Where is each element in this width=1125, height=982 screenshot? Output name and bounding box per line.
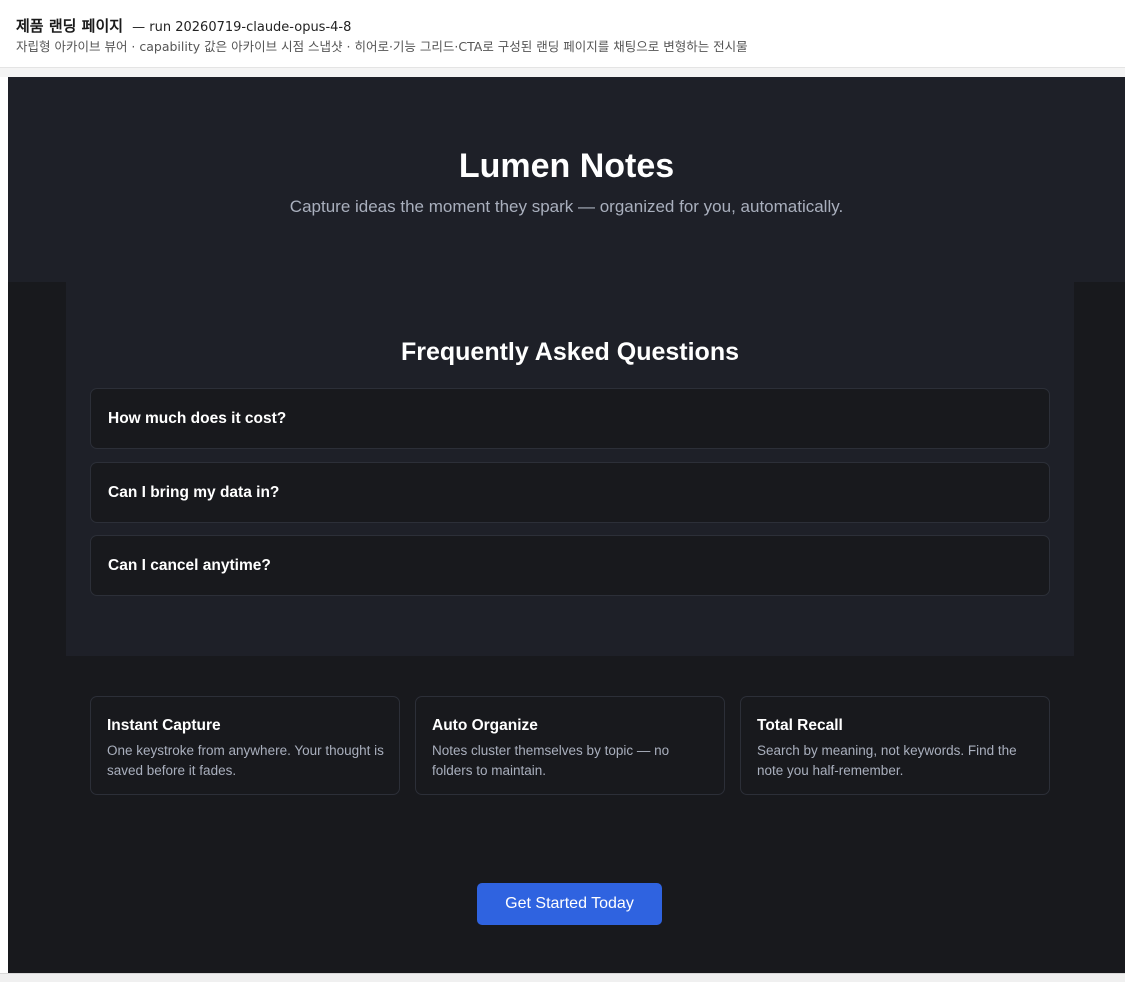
faq-item[interactable]: Can I bring my data in? [90,462,1050,523]
feature-card: Instant Capture One keystroke from anywh… [90,696,400,795]
faq-item[interactable]: How much does it cost? [90,388,1050,449]
hero-tagline: Capture ideas the moment they spark — or… [289,197,844,216]
landing-page-preview: Lumen Notes Capture ideas the moment the… [8,77,1125,973]
frame-bottom-edge [0,973,1125,982]
get-started-button[interactable]: Get Started Today [477,883,662,925]
faq-title: Frequently Asked Questions [400,338,740,366]
page-title: 제품 랜딩 페이지 [16,17,124,35]
feature-description: Notes cluster themselves by topic — no f… [432,743,670,778]
feature-card: Total Recall Search by meaning, not keyw… [740,696,1050,795]
hero-section: Lumen Notes Capture ideas the moment the… [8,77,1125,282]
faq-question: Can I bring my data in? [108,484,280,501]
feature-description: Search by meaning, not keywords. Find th… [757,743,1017,778]
faq-question: Can I cancel anytime? [108,557,271,574]
feature-title: Auto Organize [432,717,538,734]
faq-section: Frequently Asked Questions How much does… [66,282,1074,656]
archive-title-line: 제품 랜딩 페이지 — run 20260719-claude-opus-4-8 [16,16,351,38]
hero-title: Lumen Notes [458,147,675,185]
feature-title: Instant Capture [107,717,221,734]
archive-subtitle: 자립형 아카이브 뷰어 · capability 값은 아카이브 시점 스냅샷 … [16,39,748,54]
faq-question: How much does it cost? [108,410,287,427]
run-label: — run 20260719-claude-opus-4-8 [132,20,352,35]
frame-gap [0,68,1125,77]
faq-item[interactable]: Can I cancel anytime? [90,535,1050,596]
archive-header: 제품 랜딩 페이지 — run 20260719-claude-opus-4-8… [0,0,1125,68]
feature-card: Auto Organize Notes cluster themselves b… [415,696,725,795]
feature-title: Total Recall [757,717,843,734]
feature-description: One keystroke from anywhere. Your though… [107,743,384,778]
